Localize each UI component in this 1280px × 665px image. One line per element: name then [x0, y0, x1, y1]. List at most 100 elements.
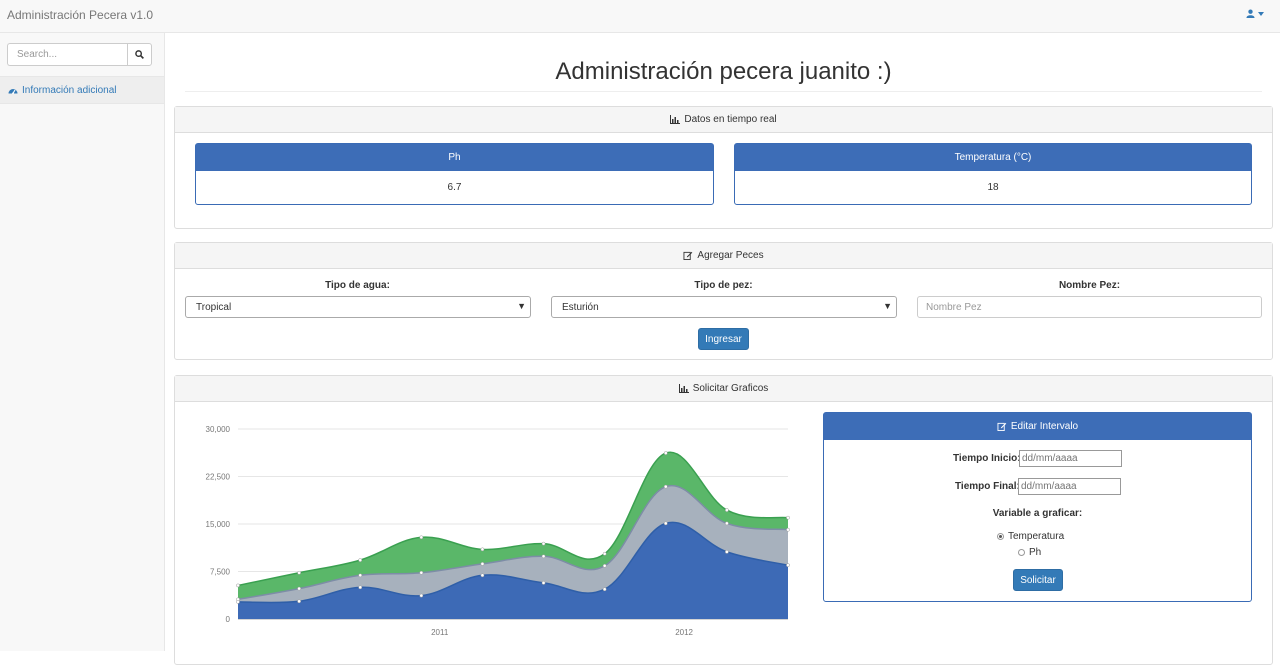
page-title: Administración pecera juanito :) — [185, 58, 1262, 92]
sidebar: Información adicional — [0, 33, 165, 651]
data-point[interactable] — [725, 521, 729, 526]
y-tick-label: 0 — [226, 615, 231, 624]
data-point[interactable] — [297, 586, 301, 591]
select-arrow-icon: ▼ — [517, 301, 526, 311]
data-point[interactable] — [663, 451, 668, 455]
user-icon — [1246, 9, 1255, 18]
search-icon — [135, 50, 144, 59]
start-time-row: Tiempo Inicio: — [953, 453, 1021, 464]
data-point[interactable] — [725, 508, 729, 512]
data-point[interactable] — [541, 581, 546, 585]
water-type-select[interactable]: Tropical ▼ — [185, 296, 531, 318]
variable-row: Variable a graficar: — [824, 508, 1251, 519]
data-point[interactable] — [358, 558, 363, 562]
radio-selected-icon — [997, 533, 1004, 540]
fish-name-input[interactable] — [917, 296, 1262, 318]
charts-heading-text: Solicitar Graficos — [692, 383, 769, 394]
y-tick-label: 7,500 — [210, 568, 231, 577]
ph-label: Ph — [196, 144, 713, 171]
search-input[interactable] — [7, 43, 127, 66]
realtime-heading-text: Datos en tiempo real — [684, 114, 777, 125]
edit-icon — [683, 251, 693, 260]
radio-unselected-icon — [1018, 549, 1025, 556]
data-point[interactable] — [236, 583, 240, 588]
request-chart-button[interactable]: Solicitar — [1013, 569, 1063, 591]
data-point[interactable] — [297, 599, 301, 604]
data-point[interactable] — [602, 563, 607, 568]
caret-down-icon — [1258, 11, 1264, 16]
radio-ph[interactable]: Ph — [1018, 547, 1041, 558]
bar-chart-icon — [670, 115, 681, 124]
data-point[interactable] — [419, 535, 424, 540]
water-type-label: Tipo de agua: — [325, 280, 390, 291]
realtime-panel-heading: Datos en tiempo real — [175, 107, 1272, 133]
data-point[interactable] — [602, 587, 607, 592]
water-type-value: Tropical — [196, 301, 232, 313]
data-point[interactable] — [480, 547, 485, 552]
end-time-row: Tiempo Final: — [955, 481, 1020, 492]
bar-chart-icon — [678, 384, 689, 393]
y-tick-label: 30,000 — [206, 425, 231, 434]
end-time-label: Tiempo Final: — [955, 481, 1020, 492]
x-tick-label: 2011 — [431, 628, 449, 637]
add-fish-panel: Agregar Peces Tipo de agua: Tropical ▼ T… — [174, 242, 1273, 360]
interval-panel: Editar Intervalo Tiempo Inicio: Tiempo F… — [823, 412, 1252, 602]
sidebar-search — [7, 43, 152, 66]
data-point[interactable] — [725, 550, 729, 554]
area-chart: 0 7,500 15,000 22,500 30,000 2011 2012 — [206, 425, 790, 637]
charts-panel-heading: Solicitar Graficos — [175, 376, 1272, 402]
fish-name-label: Nombre Pez: — [1058, 280, 1121, 291]
radio-temperatura-label: Temperatura — [1008, 531, 1065, 542]
app-brand[interactable]: Administración Pecera v1.0 — [7, 8, 153, 22]
data-point[interactable] — [480, 562, 485, 566]
add-fish-heading-text: Agregar Peces — [697, 250, 764, 261]
variable-label: Variable a graficar: — [992, 508, 1083, 519]
data-point[interactable] — [786, 515, 790, 520]
ph-value: 6.7 — [447, 182, 462, 193]
interval-panel-heading: Editar Intervalo — [824, 413, 1251, 440]
x-tick-label: 2012 — [675, 628, 693, 637]
data-point[interactable] — [419, 593, 424, 598]
realtime-panel: Datos en tiempo real Ph 6.7 Temperatura … — [174, 106, 1273, 229]
sidebar-item-label: Información adicional — [22, 84, 117, 96]
data-point[interactable] — [236, 600, 240, 604]
data-point[interactable] — [786, 563, 790, 568]
data-point[interactable] — [663, 521, 668, 526]
data-point[interactable] — [663, 484, 668, 489]
search-button[interactable] — [127, 43, 152, 66]
data-point[interactable] — [602, 551, 607, 556]
radio-temperatura[interactable]: Temperatura — [997, 531, 1064, 542]
data-point[interactable] — [541, 554, 546, 559]
data-point[interactable] — [419, 570, 424, 575]
data-point[interactable] — [541, 541, 546, 546]
y-tick-label: 22,500 — [206, 473, 231, 482]
fish-type-select[interactable]: Esturión ▼ — [551, 296, 897, 318]
data-point[interactable] — [358, 573, 363, 578]
start-time-label: Tiempo Inicio: — [953, 453, 1021, 464]
interval-heading-text: Editar Intervalo — [1010, 421, 1079, 432]
data-point[interactable] — [480, 573, 485, 578]
fish-type-label: Tipo de pez: — [694, 280, 753, 291]
end-time-input[interactable] — [1018, 478, 1121, 495]
radio-ph-label: Ph — [1029, 547, 1042, 558]
select-arrow-icon: ▼ — [883, 301, 892, 311]
dashboard-icon — [8, 88, 18, 94]
data-point[interactable] — [297, 570, 301, 575]
submit-fish-button[interactable]: Ingresar — [698, 328, 749, 350]
temperature-label: Temperatura (°C) — [735, 144, 1251, 171]
temperature-card: Temperatura (°C) 18 — [734, 143, 1252, 205]
user-menu[interactable] — [1246, 9, 1264, 18]
temperature-value: 18 — [987, 182, 999, 193]
add-fish-panel-heading: Agregar Peces — [175, 243, 1272, 269]
data-point[interactable] — [786, 527, 790, 532]
sidebar-item-informacion-adicional[interactable]: Información adicional — [0, 76, 164, 104]
edit-icon — [997, 422, 1007, 431]
start-time-input[interactable] — [1019, 450, 1122, 467]
ph-card: Ph 6.7 — [195, 143, 714, 205]
chart-areas — [237, 451, 789, 619]
top-navbar: Administración Pecera v1.0 — [0, 0, 1280, 33]
charts-panel: Solicitar Graficos 0 7,500 15,000 22,500… — [174, 375, 1273, 665]
data-point[interactable] — [358, 585, 363, 590]
y-tick-label: 15,000 — [206, 520, 231, 529]
fish-type-value: Esturión — [562, 301, 599, 313]
